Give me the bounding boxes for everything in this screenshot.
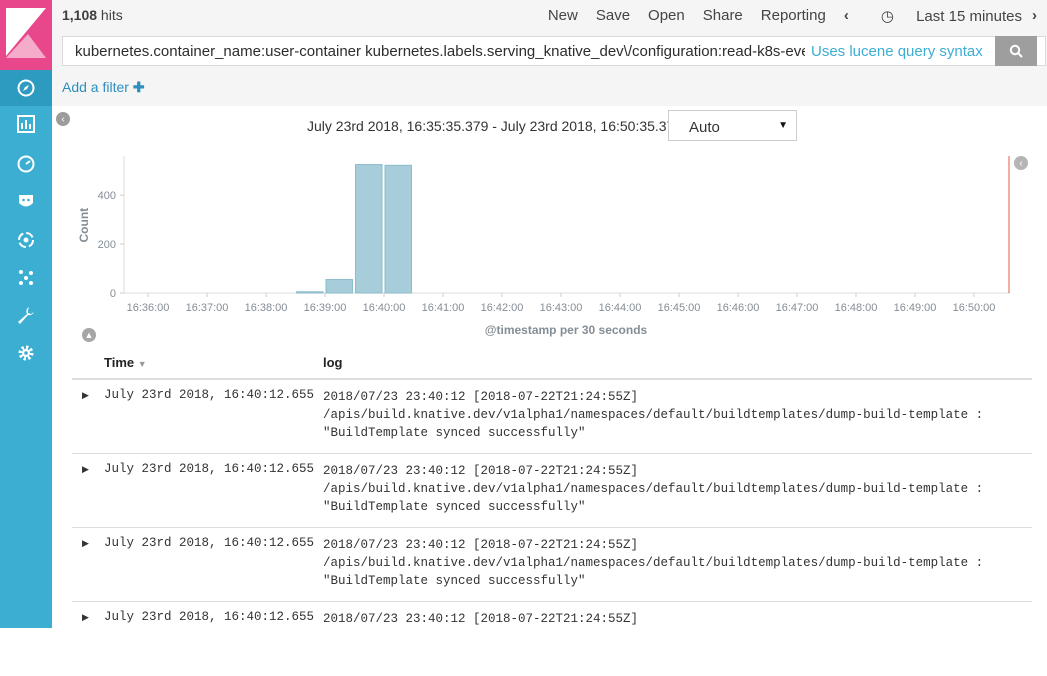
- sidebar: [0, 0, 52, 628]
- row-log: 2018/07/23 23:40:12 [2018-07-22T21:24:55…: [323, 536, 983, 590]
- row-log: 2018/07/23 23:40:12 [2018-07-22T21:24:55…: [323, 610, 638, 628]
- row-log: 2018/07/23 23:40:12 [2018-07-22T21:24:55…: [323, 388, 983, 442]
- plus-icon: ✚: [133, 79, 145, 95]
- x-tick-label: 16:45:00: [658, 302, 701, 314]
- time-picker-button[interactable]: ◷ Last 15 minutes: [863, 7, 1022, 25]
- histogram-bar: [326, 280, 353, 293]
- search-button[interactable]: [995, 36, 1037, 66]
- search-icon: [1009, 44, 1023, 58]
- x-tick-label: 16:37:00: [186, 302, 229, 314]
- share-button[interactable]: Share: [703, 7, 743, 25]
- chevron-left-icon[interactable]: ‹: [844, 7, 849, 25]
- wrench-icon[interactable]: [0, 297, 52, 333]
- row-timestamp: July 23rd 2018, 16:40:12.655: [104, 536, 314, 550]
- table-row[interactable]: ▶ July 23rd 2018, 16:40:12.655 2018/07/2…: [72, 380, 1032, 454]
- x-tick-label: 16:41:00: [422, 302, 465, 314]
- expand-row-icon[interactable]: ▶: [82, 390, 89, 401]
- histogram-bar: [356, 165, 383, 293]
- table-row[interactable]: ▶ July 23rd 2018, 16:40:12.655 2018/07/2…: [72, 454, 1032, 528]
- histogram-chart: 0 200 400 16:36:00 16:37:00 16:38:00 16:39:00 1…: [52, 106, 1047, 346]
- clock-icon: ◷: [881, 8, 894, 25]
- apm-icon[interactable]: [0, 222, 52, 258]
- row-timestamp: July 23rd 2018, 16:40:12.655: [104, 610, 314, 624]
- hits-count: 1,108: [62, 7, 97, 23]
- expand-row-icon[interactable]: ▶: [82, 464, 89, 475]
- add-filter-label: Add a filter: [62, 79, 129, 95]
- histogram-bar: [297, 292, 324, 293]
- x-tick-label: 16:49:00: [894, 302, 937, 314]
- search-input[interactable]: kubernetes.container_name:user-container…: [63, 43, 805, 60]
- y-tick-label: 400: [98, 190, 116, 202]
- table-header: Time ▼ log: [72, 354, 1032, 380]
- kibana-logo[interactable]: [0, 0, 52, 70]
- save-button[interactable]: Save: [596, 7, 630, 25]
- collapse-chart-icon[interactable]: ▲: [82, 328, 96, 342]
- x-tick-label: 16:46:00: [717, 302, 760, 314]
- visualize-icon[interactable]: [0, 106, 52, 142]
- top-menu: New Save Open Share Reporting ‹ ◷ Last 1…: [530, 7, 1037, 25]
- x-tick-label: 16:44:00: [599, 302, 642, 314]
- time-picker-label: Last 15 minutes: [916, 8, 1022, 25]
- hits-label: hits: [97, 7, 123, 23]
- discover-icon[interactable]: [0, 70, 52, 106]
- x-tick-label: 16:50:00: [953, 302, 996, 314]
- time-column-label: Time: [104, 355, 134, 370]
- time-column-header[interactable]: Time ▼: [104, 355, 147, 370]
- row-timestamp: July 23rd 2018, 16:40:12.655: [104, 462, 314, 476]
- x-tick-label: 16:39:00: [304, 302, 347, 314]
- new-button[interactable]: New: [548, 7, 578, 25]
- x-tick-label: 16:36:00: [127, 302, 170, 314]
- expand-row-icon[interactable]: ▶: [82, 538, 89, 549]
- x-axis-title: @timestamp per 30 seconds: [485, 323, 648, 337]
- x-tick-label: 16:43:00: [540, 302, 583, 314]
- lucene-syntax-link[interactable]: Uses lucene query syntax: [811, 43, 983, 60]
- row-timestamp: July 23rd 2018, 16:40:12.655: [104, 388, 314, 402]
- x-tick-label: 16:38:00: [245, 302, 288, 314]
- log-column-header[interactable]: log: [323, 355, 343, 370]
- add-filter-button[interactable]: Add a filter ✚: [62, 79, 145, 96]
- graph-icon[interactable]: [0, 259, 52, 295]
- y-axis-title: Count: [77, 208, 91, 243]
- sort-down-icon: ▼: [138, 359, 147, 369]
- x-tick-label: 16:40:00: [363, 302, 406, 314]
- query-bar[interactable]: kubernetes.container_name:user-container…: [62, 36, 1046, 66]
- gear-icon[interactable]: [0, 335, 52, 371]
- x-tick-label: 16:47:00: [776, 302, 819, 314]
- row-log: 2018/07/23 23:40:12 [2018-07-22T21:24:55…: [323, 462, 983, 516]
- hits-counter: 1,108 hits: [62, 7, 123, 23]
- histogram-bar: [385, 165, 412, 293]
- x-tick-label: 16:48:00: [835, 302, 878, 314]
- main-content: ‹ July 23rd 2018, 16:35:35.379 - July 23…: [52, 106, 1047, 628]
- table-row[interactable]: ▶ July 23rd 2018, 16:40:12.655 2018/07/2…: [72, 602, 1032, 676]
- x-tick-label: 16:42:00: [481, 302, 524, 314]
- dashboard-icon[interactable]: [0, 146, 52, 182]
- top-bar: 1,108 hits New Save Open Share Reporting…: [52, 0, 1047, 106]
- expand-row-icon[interactable]: ▶: [82, 612, 89, 623]
- chevron-right-icon[interactable]: ›: [1032, 7, 1037, 25]
- y-tick-label: 200: [98, 239, 116, 251]
- open-button[interactable]: Open: [648, 7, 685, 25]
- reporting-button[interactable]: Reporting: [761, 7, 826, 25]
- timelion-icon[interactable]: [0, 183, 52, 219]
- y-tick-label: 0: [110, 288, 116, 300]
- table-row[interactable]: ▶ July 23rd 2018, 16:40:12.655 2018/07/2…: [72, 528, 1032, 602]
